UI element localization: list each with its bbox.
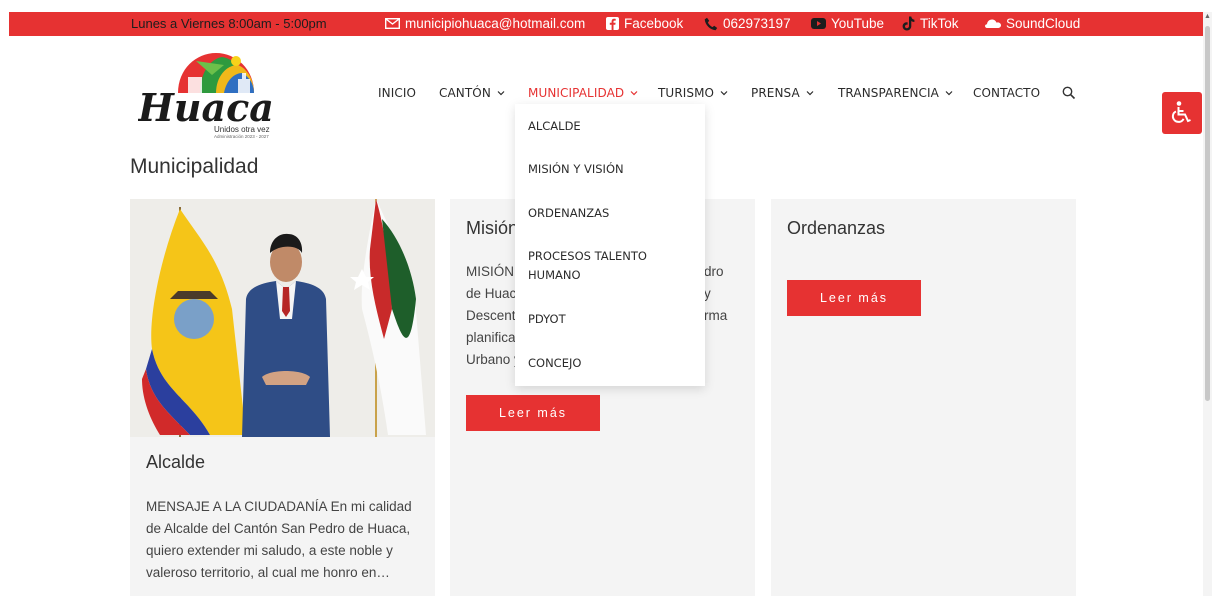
nav-municipalidad[interactable]: MUNICIPALIDAD xyxy=(528,86,638,100)
municipalidad-dropdown-menu: ALCALDE MISIÓN Y VISIÓN ORDENANZAS PROCE… xyxy=(515,104,705,386)
card-mision-line: rma xyxy=(704,308,728,323)
logo-period: Administración 2023 - 2027 xyxy=(214,134,269,139)
card-ordenanzas-read-more-button[interactable]: Leer más xyxy=(787,280,921,316)
email-text: municipiohuaca@hotmail.com xyxy=(405,16,586,31)
accessibility-button[interactable] xyxy=(1162,92,1202,134)
card-alcalde-title[interactable]: Alcalde xyxy=(146,452,205,473)
scrollbar-thumb[interactable] xyxy=(1205,26,1210,401)
nav-inicio[interactable]: INICIO xyxy=(378,86,416,100)
tiktok-label: TikTok xyxy=(920,16,959,31)
chevron-down-icon xyxy=(806,91,814,96)
soundcloud-link[interactable]: SoundCloud xyxy=(985,16,1080,31)
nav-inicio-label: INICIO xyxy=(378,86,417,100)
facebook-link[interactable]: Facebook xyxy=(606,16,683,31)
dropdown-item-concejo[interactable]: CONCEJO xyxy=(528,354,698,373)
alcalde-photo[interactable] xyxy=(130,199,435,437)
wheelchair-icon xyxy=(1171,101,1191,123)
phone-icon xyxy=(704,17,718,30)
search-icon[interactable] xyxy=(1062,86,1076,100)
logo-tagline: Unidos otra vez xyxy=(214,125,270,134)
card-mision-read-more-button[interactable]: Leer más xyxy=(466,395,600,431)
nav-turismo[interactable]: TURISMO xyxy=(658,86,728,100)
tiktok-link[interactable]: TikTok xyxy=(902,16,959,31)
nav-municipalidad-label: MUNICIPALIDAD xyxy=(528,86,625,100)
facebook-label: Facebook xyxy=(624,16,684,31)
mail-icon xyxy=(385,18,400,29)
facebook-icon xyxy=(606,17,619,30)
card-mision-excerpt-right: dro y rma xyxy=(704,261,744,327)
card-alcalde[interactable]: Alcalde MENSAJE A LA CIUDADANÍA En mi ca… xyxy=(130,199,435,596)
tiktok-icon xyxy=(902,16,915,31)
logo-wordmark: Huaca xyxy=(138,85,274,130)
card-mision-line: y xyxy=(704,286,711,301)
scroll-up-arrow-icon[interactable]: ▲ xyxy=(1203,12,1212,22)
chevron-down-icon xyxy=(945,91,953,96)
youtube-link[interactable]: YouTube xyxy=(811,16,884,31)
card-alcalde-excerpt: MENSAJE A LA CIUDADANÍA En mi calidad de… xyxy=(146,499,412,580)
office-hours: Lunes a Viernes 8:00am - 5:00pm xyxy=(131,16,327,31)
card-mision-title[interactable]: Misión xyxy=(466,218,518,239)
chevron-down-icon xyxy=(630,91,638,96)
dropdown-item-procesos-talento-humano[interactable]: PROCESOS TALENTO HUMANO xyxy=(528,247,698,285)
top-contact-bar: Lunes a Viernes 8:00am - 5:00pm municipi… xyxy=(9,12,1203,36)
nav-contacto-label: CONTACTO xyxy=(973,86,1041,100)
soundcloud-label: SoundCloud xyxy=(1006,16,1081,31)
card-ordenanzas[interactable]: Ordenanzas Leer más xyxy=(771,199,1076,596)
nav-prensa[interactable]: PRENSA xyxy=(751,86,814,100)
huaca-logo[interactable]: Huaca Unidos otra vez Administración 202… xyxy=(137,51,288,146)
soundcloud-icon xyxy=(985,19,1001,28)
alcalde-photo-image xyxy=(130,199,435,437)
logo-graphic: Huaca Unidos otra vez Administración 202… xyxy=(137,53,274,139)
youtube-icon xyxy=(811,18,826,29)
nav-canton[interactable]: CANTÓN xyxy=(439,86,505,100)
nav-turismo-label: TURISMO xyxy=(658,86,715,100)
dropdown-item-ordenanzas[interactable]: ORDENANZAS xyxy=(528,204,698,223)
nav-canton-label: CANTÓN xyxy=(439,86,491,100)
page-title: Municipalidad xyxy=(130,155,259,178)
chevron-down-icon xyxy=(497,91,505,96)
nav-prensa-label: PRENSA xyxy=(751,86,800,100)
card-mision-line: dro xyxy=(704,264,724,279)
dropdown-item-pdyot[interactable]: PDYOT xyxy=(528,310,698,329)
card-ordenanzas-title[interactable]: Ordenanzas xyxy=(787,218,885,239)
nav-contacto[interactable]: CONTACTO xyxy=(973,86,1040,100)
nav-transparencia[interactable]: TRANSPARENCIA xyxy=(838,86,953,100)
phone-number: 062973197 xyxy=(723,16,791,31)
email-link[interactable]: municipiohuaca@hotmail.com xyxy=(385,16,585,31)
phone-link[interactable]: 062973197 xyxy=(704,16,791,31)
chevron-down-icon xyxy=(720,91,728,96)
dropdown-item-mision-vision[interactable]: MISIÓN Y VISIÓN xyxy=(528,160,698,179)
youtube-label: YouTube xyxy=(831,16,885,31)
dropdown-item-alcalde[interactable]: ALCALDE xyxy=(528,117,698,136)
nav-transparencia-label: TRANSPARENCIA xyxy=(838,86,939,100)
